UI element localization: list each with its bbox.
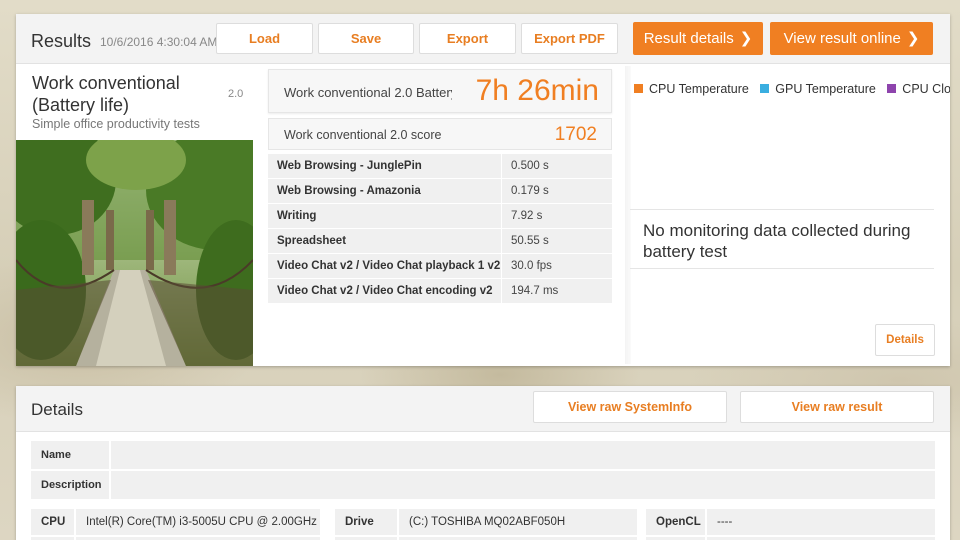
name-row: Name bbox=[31, 441, 935, 469]
monitoring-details-button[interactable]: Details bbox=[875, 324, 935, 356]
name-label: Name bbox=[31, 441, 109, 469]
details-header: Details View raw SystemInfo View raw res… bbox=[16, 386, 950, 432]
view-result-online-button[interactable]: View result online ❯ bbox=[770, 22, 933, 55]
export-button[interactable]: Export bbox=[419, 23, 516, 54]
drive-label: Drive bbox=[335, 509, 397, 535]
subtest-value: 0.500 s bbox=[502, 154, 612, 178]
table-row: Video Chat v2 / Video Chat playback 1 v2… bbox=[268, 254, 612, 278]
battery-life-value: 7h 26min bbox=[475, 74, 599, 107]
drive-value: (C:) TOSHIBA MQ02ABF050H bbox=[399, 509, 637, 535]
table-row: Web Browsing - JunglePin 0.500 s bbox=[268, 154, 612, 178]
details-title: Details bbox=[31, 400, 83, 419]
subtest-name: Writing bbox=[268, 204, 501, 228]
battery-life-label: Work conventional 2.0 Battery life bbox=[284, 85, 452, 100]
subtest-name: Web Browsing - Amazonia bbox=[268, 179, 501, 203]
subtest-value: 50.55 s bbox=[502, 229, 612, 253]
results-header: Results 10/6/2016 4:30:04 AM Load Save E… bbox=[16, 14, 950, 64]
divider bbox=[630, 268, 934, 269]
legend-swatch bbox=[887, 84, 897, 94]
legend-item-cpu-temperature[interactable]: CPU Temperature bbox=[634, 82, 749, 96]
table-row: Video Chat v2 / Video Chat encoding v2 19… bbox=[268, 279, 612, 303]
battery-life-score-box: Work conventional 2.0 Battery life 7h 26… bbox=[268, 69, 612, 113]
description-row: Description bbox=[31, 471, 935, 499]
legend-item-gpu-temperature[interactable]: GPU Temperature bbox=[760, 82, 876, 96]
score-label: Work conventional 2.0 score bbox=[284, 128, 442, 142]
legend-label: CPU Temperature bbox=[649, 82, 749, 96]
load-button[interactable]: Load bbox=[216, 23, 313, 54]
monitoring-message: No monitoring data collected during batt… bbox=[643, 221, 911, 261]
panel-divider bbox=[625, 66, 631, 364]
legend-label: GPU Temperature bbox=[775, 82, 876, 96]
subtest-name: Web Browsing - JunglePin bbox=[268, 154, 501, 178]
subtest-name: Video Chat v2 / Video Chat playback 1 v2 bbox=[268, 254, 501, 278]
details-panel: Details View raw SystemInfo View raw res… bbox=[16, 386, 950, 540]
legend-item-cpu-clock[interactable]: CPU Clock bbox=[887, 82, 950, 96]
monitoring-legend: CPU Temperature GPU Temperature CPU Cloc… bbox=[634, 82, 950, 102]
subtest-value: 30.0 fps bbox=[502, 254, 612, 278]
description-label: Description bbox=[31, 471, 109, 499]
export-pdf-button[interactable]: Export PDF bbox=[521, 23, 618, 54]
subtest-table: Web Browsing - JunglePin 0.500 s Web Brow… bbox=[268, 154, 612, 304]
legend-swatch bbox=[634, 84, 643, 94]
subtest-value: 7.92 s bbox=[502, 204, 612, 228]
benchmark-name: Work conventional (Battery life) bbox=[32, 73, 180, 115]
subtest-value: 194.7 ms bbox=[502, 279, 612, 303]
legend-label: CPU Clock bbox=[902, 82, 950, 96]
chevron-right-icon: ❯ bbox=[906, 30, 920, 47]
results-panel: Results 10/6/2016 4:30:04 AM Load Save E… bbox=[16, 14, 950, 366]
description-value bbox=[111, 471, 935, 499]
chevron-right-icon: ❯ bbox=[739, 30, 753, 47]
name-value bbox=[111, 441, 935, 469]
view-raw-systeminfo-button[interactable]: View raw SystemInfo bbox=[533, 391, 727, 423]
subtest-name: Video Chat v2 / Video Chat encoding v2 bbox=[268, 279, 501, 303]
subtest-value: 0.179 s bbox=[502, 179, 612, 203]
table-row: Spreadsheet 50.55 s bbox=[268, 229, 612, 253]
cpu-label: CPU bbox=[31, 509, 74, 535]
divider bbox=[630, 209, 934, 210]
results-title: Results bbox=[31, 31, 92, 51]
table-row: Writing 7.92 s bbox=[268, 204, 612, 228]
result-details-button[interactable]: Result details ❯ bbox=[633, 22, 763, 55]
opencl-value: ---- bbox=[707, 509, 935, 535]
benchmark-subtitle: Simple office productivity tests bbox=[32, 117, 200, 131]
view-result-online-label: View result online bbox=[783, 30, 901, 47]
results-date: 10/6/2016 4:30:04 AM bbox=[100, 35, 218, 49]
view-raw-result-button[interactable]: View raw result bbox=[740, 391, 934, 423]
score-value: 1702 bbox=[554, 124, 597, 145]
table-row: Web Browsing - Amazonia 0.179 s bbox=[268, 179, 612, 203]
result-details-label: Result details bbox=[643, 30, 734, 47]
benchmark-image bbox=[16, 140, 253, 366]
save-button[interactable]: Save bbox=[318, 23, 414, 54]
opencl-label: OpenCL bbox=[646, 509, 705, 535]
subtest-name: Spreadsheet bbox=[268, 229, 501, 253]
benchmark-version: 2.0 bbox=[228, 88, 244, 100]
legend-swatch bbox=[760, 84, 770, 94]
cpu-value: Intel(R) Core(TM) i3-5005U CPU @ 2.00GHz bbox=[76, 509, 320, 535]
score-box: Work conventional 2.0 score 1702 bbox=[268, 118, 612, 150]
